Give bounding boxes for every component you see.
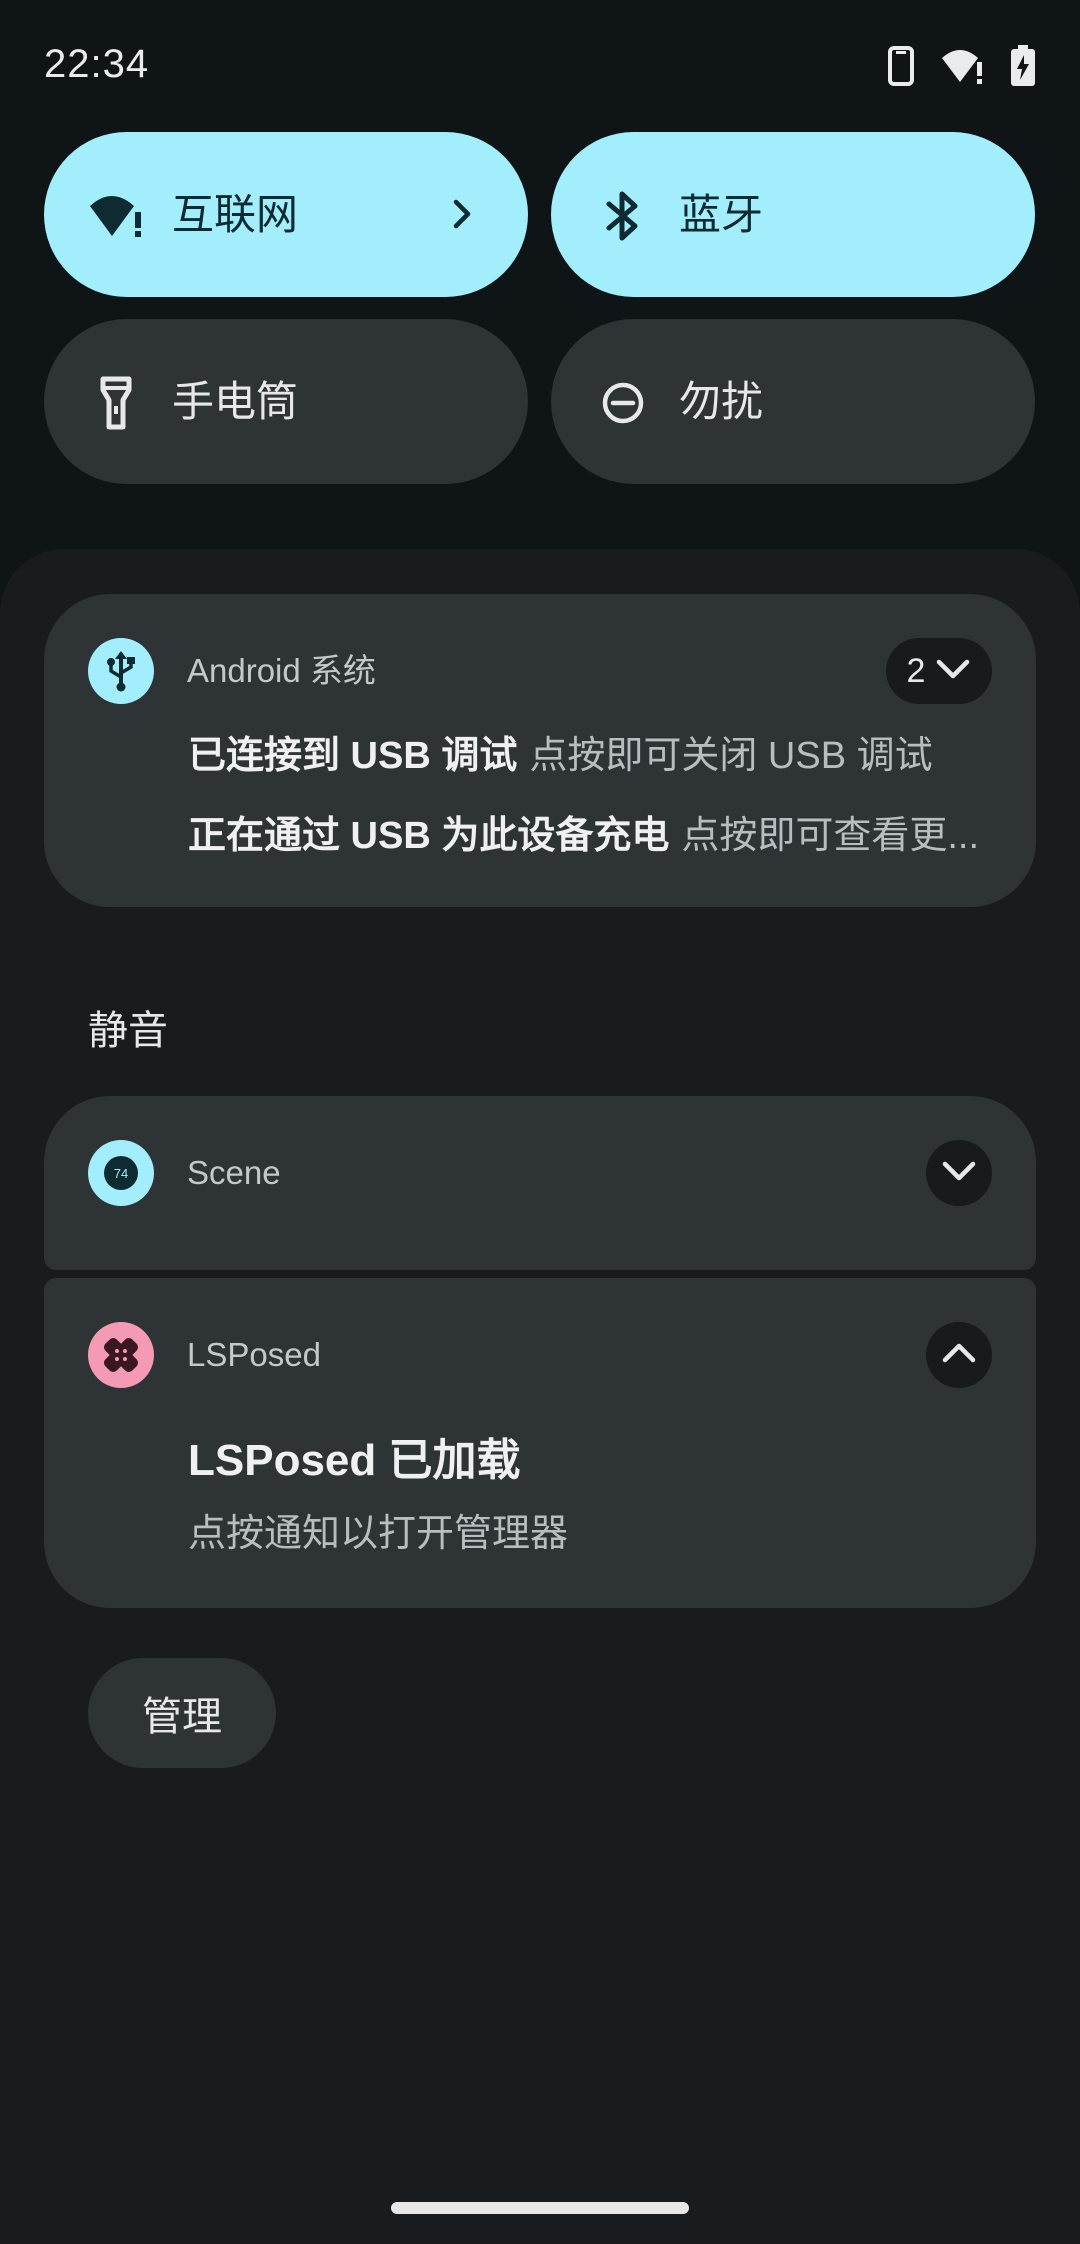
notification-android-system[interactable]: Android 系统 2 已连接到 USB 调试 点按即可关闭 USB 调试 正在… bbox=[44, 594, 1036, 907]
tile-flashlight-label: 手电筒 bbox=[172, 378, 299, 425]
expand-button[interactable]: 2 bbox=[886, 638, 992, 704]
wifi-alert-icon bbox=[940, 46, 984, 86]
notification-title: 已连接到 USB 调试 bbox=[188, 735, 518, 777]
flashlight-icon bbox=[86, 373, 146, 433]
usb-icon bbox=[88, 638, 154, 704]
notification-text: 点按通知以打开管理器 bbox=[188, 1513, 569, 1555]
tile-internet-label: 互联网 bbox=[172, 191, 299, 238]
notification-row[interactable]: 正在通过 USB 为此设备充电 点按即可查看更... bbox=[188, 812, 979, 860]
phone-icon bbox=[888, 46, 914, 86]
notification-text: 点按即可查看更... bbox=[681, 815, 980, 857]
expand-button[interactable] bbox=[926, 1140, 992, 1206]
battery-charging-icon bbox=[1010, 45, 1036, 87]
notification-title: LSPosed 已加载 bbox=[188, 1436, 521, 1485]
app-name: Android 系统 bbox=[187, 652, 376, 689]
scene-icon-text: 74 bbox=[114, 1166, 128, 1181]
chevron-up-icon bbox=[941, 1341, 977, 1370]
app-name: LSPosed bbox=[187, 1336, 321, 1373]
status-time: 22:34 bbox=[44, 42, 150, 86]
bluetooth-icon bbox=[593, 186, 653, 246]
tile-do-not-disturb-label: 勿扰 bbox=[679, 378, 764, 425]
tile-bluetooth[interactable]: 蓝牙 bbox=[551, 132, 1035, 297]
notification-scene[interactable]: 74 Scene bbox=[44, 1096, 1036, 1270]
section-title-silent: 静音 bbox=[88, 1009, 168, 1053]
status-icons bbox=[888, 44, 1036, 88]
chevron-right-icon[interactable] bbox=[438, 190, 486, 238]
scene-icon: 74 bbox=[88, 1140, 154, 1206]
notification-title: 正在通过 USB 为此设备充电 bbox=[188, 815, 670, 857]
navigation-handle[interactable] bbox=[391, 2202, 689, 2214]
tile-bluetooth-label: 蓝牙 bbox=[679, 191, 764, 238]
do-not-disturb-icon bbox=[593, 373, 653, 433]
chevron-down-icon bbox=[941, 1159, 977, 1188]
notification-row[interactable]: 已连接到 USB 调试 点按即可关闭 USB 调试 bbox=[188, 732, 933, 780]
status-bar: 22:34 bbox=[0, 0, 1080, 130]
wifi-alert-icon bbox=[86, 186, 146, 246]
collapse-button[interactable] bbox=[926, 1322, 992, 1388]
lsposed-icon bbox=[88, 1322, 154, 1388]
chevron-down-icon bbox=[935, 657, 971, 686]
tile-flashlight[interactable]: 手电筒 bbox=[44, 319, 528, 484]
tile-internet[interactable]: 互联网 bbox=[44, 132, 528, 297]
app-name: Scene bbox=[187, 1154, 281, 1191]
notification-text: 点按即可关闭 USB 调试 bbox=[529, 735, 933, 777]
tile-do-not-disturb[interactable]: 勿扰 bbox=[551, 319, 1035, 484]
manage-button[interactable]: 管理 bbox=[88, 1658, 276, 1768]
notification-count: 2 bbox=[906, 651, 926, 690]
